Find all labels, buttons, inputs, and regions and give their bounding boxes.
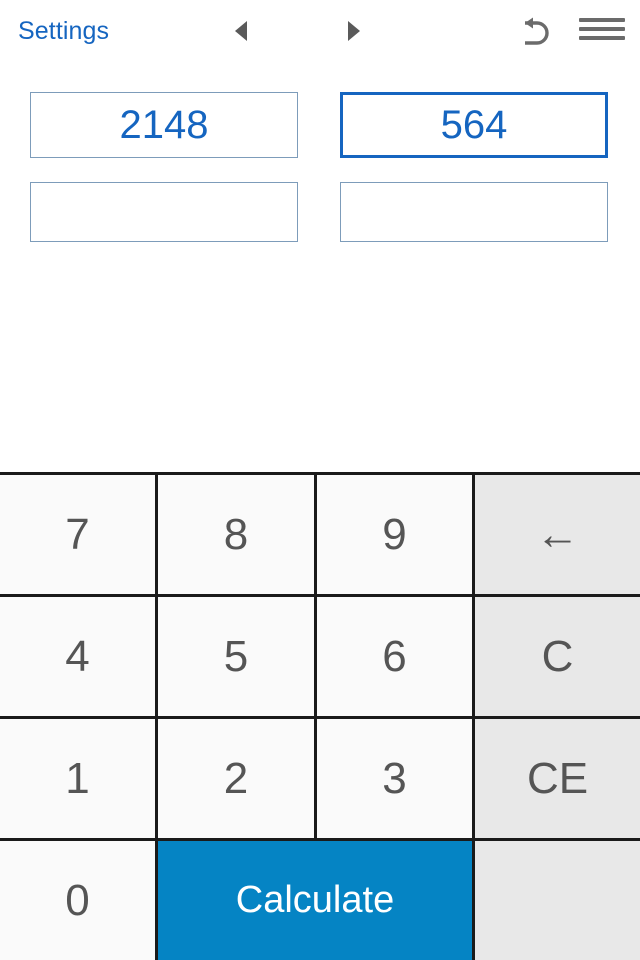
undo-button[interactable] <box>512 10 554 52</box>
next-button[interactable] <box>334 14 370 48</box>
triangle-left-icon <box>235 21 247 41</box>
numeric-keypad: 7 8 9 ← 4 5 6 C 1 2 3 CE 0 Calculate <box>0 472 640 960</box>
calculate-button[interactable]: Calculate <box>158 841 472 960</box>
backspace-key[interactable]: ← <box>475 475 640 594</box>
top-toolbar: Settings <box>0 0 640 62</box>
hamburger-menu-icon <box>579 18 625 22</box>
input-field-row2-right[interactable] <box>340 182 608 242</box>
input-field-row2-left[interactable] <box>30 182 298 242</box>
key-8[interactable]: 8 <box>158 475 314 594</box>
settings-button[interactable]: Settings <box>18 16 109 46</box>
key-3[interactable]: 3 <box>317 719 472 838</box>
key-2[interactable]: 2 <box>158 719 314 838</box>
input-field-row1-left[interactable]: 2148 <box>30 92 298 158</box>
key-6[interactable]: 6 <box>317 597 472 716</box>
input-field-row1-right[interactable]: 564 <box>340 92 608 158</box>
clear-key[interactable]: C <box>475 597 640 716</box>
previous-button[interactable] <box>226 14 262 48</box>
triangle-right-icon <box>348 21 360 41</box>
clear-entry-key[interactable]: CE <box>475 719 640 838</box>
undo-arrow-icon <box>525 17 549 45</box>
key-4[interactable]: 4 <box>0 597 155 716</box>
hamburger-menu-icon <box>579 27 625 31</box>
key-1[interactable]: 1 <box>0 719 155 838</box>
key-0[interactable]: 0 <box>0 841 155 960</box>
key-5[interactable]: 5 <box>158 597 314 716</box>
key-9[interactable]: 9 <box>317 475 472 594</box>
blank-key <box>475 841 640 960</box>
hamburger-menu-button[interactable] <box>576 12 628 50</box>
key-7[interactable]: 7 <box>0 475 155 594</box>
hamburger-menu-icon <box>579 36 625 40</box>
